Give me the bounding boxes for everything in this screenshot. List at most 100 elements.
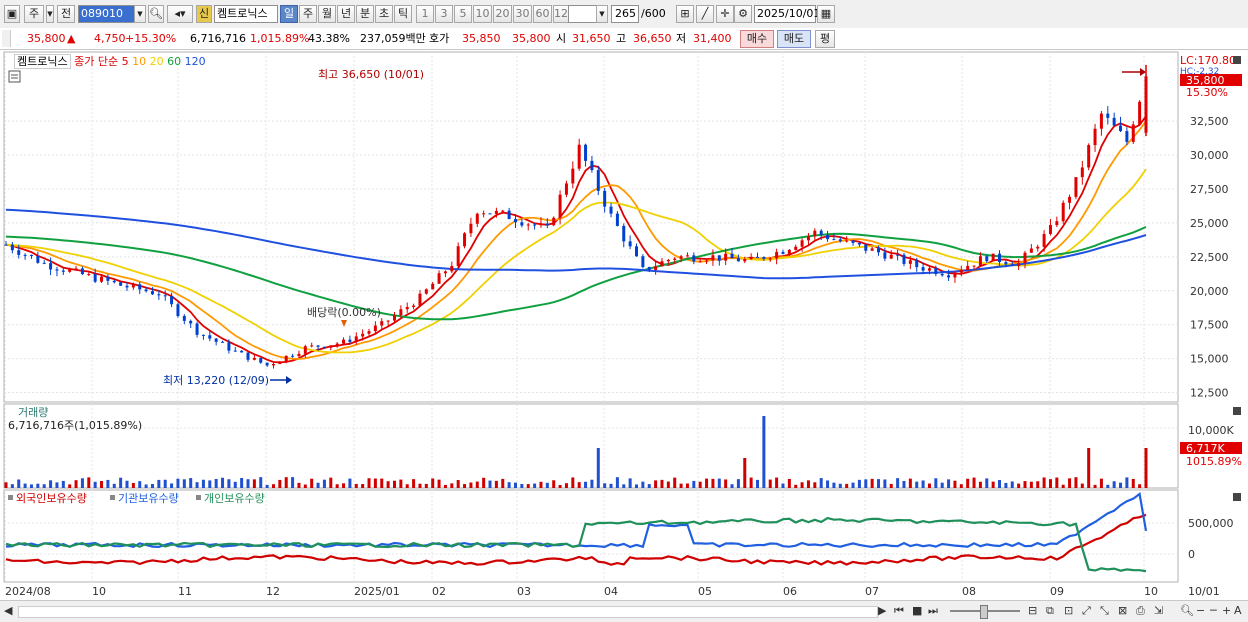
code-dropdown-icon[interactable]: ▼ <box>134 5 146 23</box>
volume-bar <box>227 479 231 488</box>
zoom-reset-icon[interactable]: ─ <box>1210 604 1217 618</box>
window-icon[interactable]: ▣ <box>4 5 20 23</box>
stock-chart[interactable]: 32,500 30,000 27,500 25,000 22,500 20,000 17,5… <box>0 50 1248 600</box>
volume-bar <box>412 479 416 488</box>
font-size-icon[interactable]: A <box>1234 604 1242 618</box>
candle-body <box>291 355 295 357</box>
candle-body <box>354 336 358 342</box>
volume-bar <box>539 481 543 488</box>
current-pct-text: 15.30% <box>1186 86 1228 99</box>
scroll-left-icon[interactable]: ◀ <box>4 604 12 618</box>
indicator-icon[interactable]: ⊞ <box>676 5 694 23</box>
volume-panel-close-icon[interactable] <box>1233 407 1241 415</box>
copy-icon[interactable]: ⧉ <box>1046 604 1054 618</box>
interval-button-20[interactable]: 20 <box>493 5 512 23</box>
crosshair-icon[interactable]: ✛ <box>716 5 734 23</box>
candle-body <box>870 248 874 251</box>
search-icon[interactable]: 🔍︎ <box>148 5 164 23</box>
candle-body <box>322 346 326 348</box>
volume-bar <box>826 480 830 488</box>
speaker-icon[interactable]: ◂▾ <box>167 5 193 23</box>
volume-bar <box>641 481 645 488</box>
candle-body <box>412 305 416 308</box>
interval-button-30[interactable]: 30 <box>513 5 532 23</box>
interval-button-1[interactable]: 1 <box>416 5 434 23</box>
volume-bar <box>322 479 326 488</box>
market-type-dropdown-icon[interactable]: ▼ <box>46 5 54 23</box>
interval-button-60[interactable]: 60 <box>533 5 552 23</box>
period-button-0[interactable]: 일 <box>280 5 298 23</box>
fit-icon[interactable]: ⊠ <box>1118 604 1127 618</box>
volume-bar <box>743 458 747 488</box>
overlay-icon[interactable]: ⤢ <box>1082 604 1091 618</box>
volume-bar <box>558 484 562 488</box>
volume-bar <box>112 483 116 488</box>
period-button-3[interactable]: 년 <box>337 5 355 23</box>
print-icon[interactable]: ⎙ <box>1136 604 1145 618</box>
stop-icon[interactable]: ■ <box>912 604 922 618</box>
candle-body <box>221 341 225 343</box>
zoom-search-icon[interactable]: 🔍︎ <box>1180 604 1194 618</box>
interval-dropdown-icon[interactable]: ▼ <box>596 5 608 23</box>
volume-bar <box>195 482 199 488</box>
candle-body <box>437 273 441 284</box>
holdings-ytick-500k: 500,000 <box>1188 517 1234 530</box>
interval-button-10[interactable]: 10 <box>473 5 492 23</box>
count-input[interactable]: 265 <box>611 5 639 23</box>
period-button-2[interactable]: 월 <box>318 5 336 23</box>
candle-body <box>558 194 562 218</box>
candle-body <box>501 210 505 212</box>
chart-type-icon[interactable]: ⊡ <box>1064 604 1073 618</box>
calendar-icon[interactable]: ▦ <box>817 5 835 23</box>
candle-body <box>609 206 613 214</box>
gear-icon[interactable]: ⚙ <box>734 5 752 23</box>
scroll-right-icon[interactable]: ▶ <box>878 604 886 618</box>
candle-body <box>10 244 14 251</box>
scroll-track[interactable] <box>18 606 878 618</box>
draw-tool-icon[interactable]: ╱ <box>696 5 714 23</box>
candle-body <box>424 289 428 294</box>
volume-bar <box>23 483 27 488</box>
volume-bar <box>233 481 237 488</box>
candle-body <box>23 254 27 256</box>
interval-button-5[interactable]: 5 <box>454 5 472 23</box>
zoom-in-icon[interactable]: + <box>1222 604 1231 618</box>
layout-icon[interactable]: ⊟ <box>1028 604 1037 618</box>
trend-icon[interactable]: ⤡ <box>1100 604 1109 618</box>
zoom-out-icon[interactable]: − <box>1196 604 1205 618</box>
period-button-6[interactable]: 틱 <box>394 5 412 23</box>
evaluate-button[interactable]: 평 <box>815 30 835 48</box>
candle-body <box>826 234 830 240</box>
chart-scrollbar[interactable]: ◀ ▶ ⏮ ■ ⏭ ⊟ ⧉ ⊡ ⤢ ⤡ ⊠ ⎙ ⇲ 🔍︎ − ─ + A <box>0 600 1248 622</box>
first-icon[interactable]: ⏮ <box>894 604 904 618</box>
market-type-select[interactable]: 주 <box>24 5 44 23</box>
candle-body <box>240 350 244 353</box>
period-button-5[interactable]: 초 <box>375 5 393 23</box>
volume-bar <box>806 480 810 488</box>
price-panel-close-icon[interactable] <box>1233 56 1241 64</box>
stock-code-input[interactable]: 089010 <box>78 5 136 23</box>
candle-body <box>297 353 301 357</box>
export-icon[interactable]: ⇲ <box>1154 604 1163 618</box>
buy-button[interactable]: 매수 <box>740 30 774 48</box>
period-button-4[interactable]: 분 <box>356 5 374 23</box>
sell-button[interactable]: 매도 <box>777 30 811 48</box>
candle-body <box>431 283 435 290</box>
holdings-panel-close-icon[interactable] <box>1233 493 1241 501</box>
last-icon[interactable]: ⏭ <box>928 604 938 618</box>
date-input[interactable]: 2025/10/01 <box>754 5 820 23</box>
prev-button[interactable]: 전 <box>57 5 75 23</box>
interval-button-3[interactable]: 3 <box>435 5 453 23</box>
volume-bar <box>1017 483 1021 488</box>
volume-bar <box>762 416 766 488</box>
candle-body <box>513 219 517 223</box>
period-button-1[interactable]: 주 <box>299 5 317 23</box>
candle-body <box>265 362 269 366</box>
volume-bar <box>724 479 728 488</box>
zoom-slider-handle[interactable] <box>980 605 988 619</box>
candle-body <box>972 265 976 267</box>
table-view-icon[interactable] <box>8 70 21 83</box>
volume-bar <box>1061 484 1065 488</box>
date-label-10: 07 <box>865 585 879 598</box>
candle-body <box>756 256 760 258</box>
